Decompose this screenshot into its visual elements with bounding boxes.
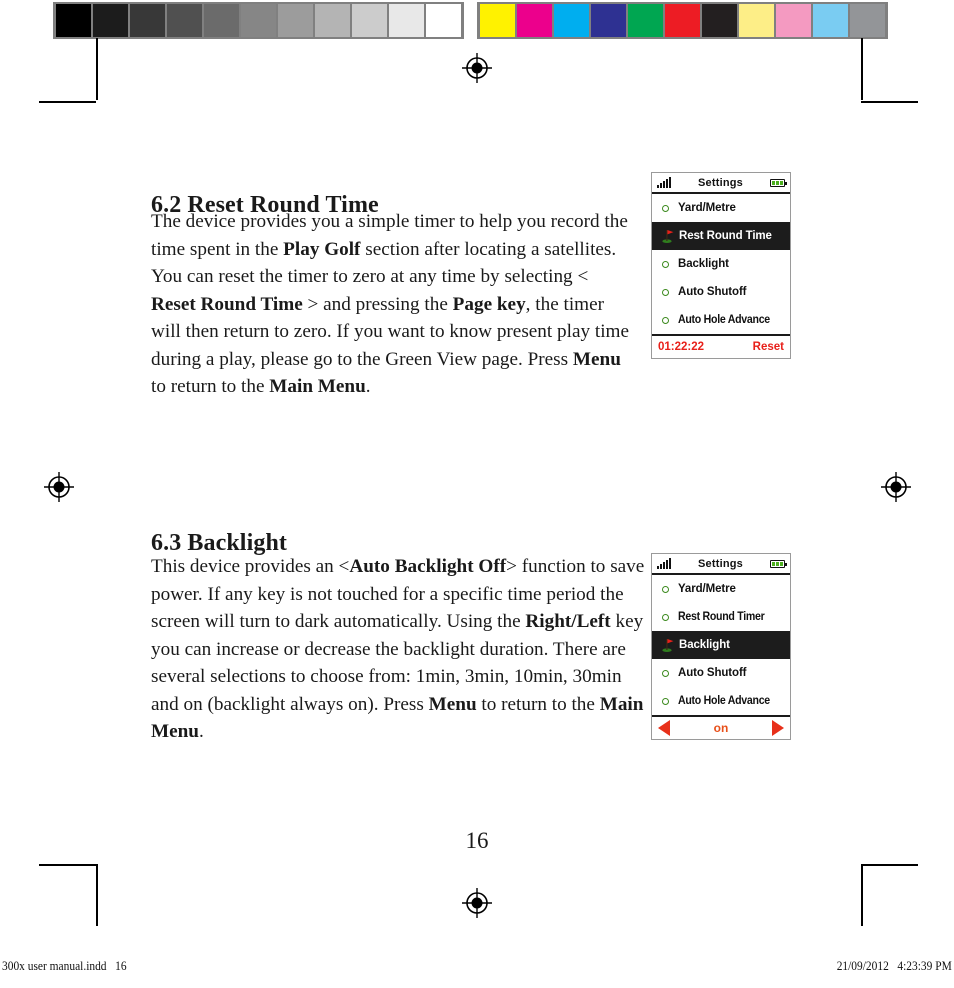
circle-bullet-icon xyxy=(662,204,669,212)
section-paragraph-reset-round-time: The device provides you a simple timer t… xyxy=(151,211,629,397)
battery-full-icon xyxy=(770,178,787,187)
device-screen-title: Settings xyxy=(698,176,743,189)
device-menu-item-label: Backlight xyxy=(679,639,730,651)
device-menu-item[interactable]: Yard/Metre xyxy=(652,194,790,222)
footer-filename: 300x user manual.indd 16 xyxy=(2,958,127,973)
device-menu-item[interactable]: Backlight xyxy=(652,631,790,659)
device-menu-item-label: Rest Round Time xyxy=(679,230,772,242)
signal-bars-icon xyxy=(657,558,671,569)
device-menu-item-label: Auto Shutoff xyxy=(678,286,747,298)
device-menu-item-label: Rest Round Timer xyxy=(678,611,765,623)
device-menu-item[interactable]: Rest Round Timer xyxy=(652,603,790,631)
device-status-bar: Settings xyxy=(652,173,790,194)
golf-flag-icon xyxy=(662,229,674,243)
round-timer-value: 01:22:22 xyxy=(658,341,705,353)
device-menu-item[interactable]: Auto Hole Advance xyxy=(652,306,790,334)
backlight-value: on xyxy=(713,721,729,735)
footer-timestamp: 21/09/2012 4:23:39 PM xyxy=(836,958,952,973)
device-screen-title: Settings xyxy=(698,557,743,570)
device-status-bar: Settings xyxy=(652,554,790,575)
device-menu-item[interactable]: Auto Shutoff xyxy=(652,278,790,306)
device-menu-item[interactable]: Rest Round Time xyxy=(652,222,790,250)
device-menu-item-label: Auto Hole Advance xyxy=(678,314,770,326)
page-number: 16 xyxy=(465,828,489,853)
reset-button[interactable]: Reset xyxy=(753,341,784,353)
device-menu-item-label: Yard/Metre xyxy=(678,583,736,595)
device-menu-item[interactable]: Auto Shutoff xyxy=(652,659,790,687)
device-menu-item-label: Yard/Metre xyxy=(678,202,736,214)
page-content: 6.2 Reset Round Time The device provides… xyxy=(0,0,954,988)
arrow-right-icon[interactable] xyxy=(771,720,784,736)
device-screenshot-settings-backlight: Settings Yard/Metre Rest Round Timer Backl… xyxy=(651,553,791,740)
device-menu-item-label: Backlight xyxy=(678,258,729,270)
device-menu-item-label: Auto Shutoff xyxy=(678,667,747,679)
circle-bullet-icon xyxy=(662,669,669,677)
device-menu-item[interactable]: Yard/Metre xyxy=(652,575,790,603)
device-footer-timer: 01:22:22 Reset xyxy=(652,334,790,358)
circle-bullet-icon xyxy=(662,585,669,593)
battery-full-icon xyxy=(770,559,787,568)
device-menu-list: Yard/Metre Rest Round Timer Backlight Auto … xyxy=(652,575,790,715)
section-paragraph-backlight: This device provides an <Auto Backlight … xyxy=(151,556,645,742)
arrow-left-icon[interactable] xyxy=(658,720,670,736)
device-screenshot-settings-rest-round-time: Settings Yard/Metre Rest Round Time Backli… xyxy=(651,172,791,359)
device-footer-stepper: on xyxy=(652,715,790,739)
circle-bullet-icon xyxy=(662,288,669,296)
golf-flag-icon xyxy=(662,638,674,652)
circle-bullet-icon xyxy=(662,697,669,705)
device-menu-item[interactable]: Backlight xyxy=(652,250,790,278)
device-menu-list: Yard/Metre Rest Round Time Backlight Auto S… xyxy=(652,194,790,334)
device-menu-item-label: Auto Hole Advance xyxy=(678,695,770,707)
signal-bars-icon xyxy=(657,177,671,188)
circle-bullet-icon xyxy=(662,613,669,621)
circle-bullet-icon xyxy=(662,260,669,268)
circle-bullet-icon xyxy=(662,316,669,324)
device-menu-item[interactable]: Auto Hole Advance xyxy=(652,687,790,715)
